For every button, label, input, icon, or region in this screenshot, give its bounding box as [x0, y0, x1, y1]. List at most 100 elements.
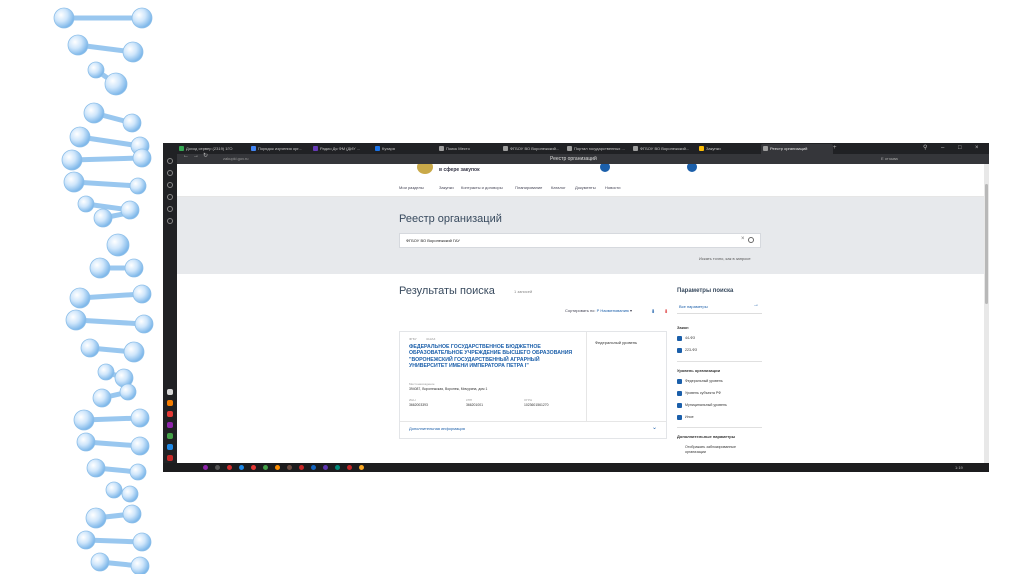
- app-icon[interactable]: [167, 433, 173, 439]
- all-parameters-link[interactable]: Все параметры →: [677, 301, 762, 314]
- checkbox-44fz[interactable]: [677, 336, 682, 341]
- search-hero: Реестр организаций ФГБОУ ВО Воронежский …: [177, 197, 984, 274]
- tab-label: ФГБОУ ВО Воронежский...: [510, 146, 560, 151]
- settings-icon[interactable]: [167, 218, 173, 224]
- inn-label: ИНН: [409, 398, 416, 402]
- checkbox-federal[interactable]: [677, 379, 682, 384]
- law-group-title: Закон: [677, 325, 689, 330]
- address-bar-badge[interactable]: Е отзыва: [881, 156, 898, 162]
- arrow-right-icon: →: [753, 302, 759, 308]
- window-menu-icon[interactable]: ⚲: [923, 143, 927, 154]
- card-tag: ФГБУ: [409, 337, 417, 341]
- nav-item[interactable]: Новости: [605, 185, 620, 190]
- scrollbar-thumb[interactable]: [985, 184, 988, 304]
- app-icon[interactable]: [167, 411, 173, 417]
- browser-tab[interactable]: ФГБОУ ВО Воронежский...: [633, 144, 695, 154]
- additional-info-toggle[interactable]: Дополнительная информация: [409, 426, 465, 431]
- taskbar-app-icon[interactable]: [215, 465, 220, 470]
- download-icon[interactable]: ⬇: [651, 309, 655, 315]
- checkbox-subject[interactable]: [677, 391, 682, 396]
- extensions-icon[interactable]: [167, 206, 173, 212]
- url-field[interactable]: zakupki.gov.ru: [223, 156, 249, 162]
- search-icon[interactable]: [748, 237, 754, 243]
- taskbar-app-icon[interactable]: [335, 465, 340, 470]
- nav-item[interactable]: Документы: [575, 185, 596, 190]
- taskbar-app-icon[interactable]: [359, 465, 364, 470]
- browser-tab[interactable]: ФГБОУ ВО Воронежский...: [503, 144, 563, 154]
- results-title: Результаты поиска: [399, 285, 495, 297]
- app-icon[interactable]: [167, 422, 173, 428]
- nav-item[interactable]: Мои разделы: [399, 185, 424, 190]
- organization-name-link[interactable]: ФЕДЕРАЛЬНОЕ ГОСУДАРСТВЕННОЕ БЮДЖЕТНОЕ ОБ…: [409, 344, 574, 370]
- taskbar-app-icon[interactable]: [263, 465, 268, 470]
- header-button[interactable]: [600, 164, 610, 172]
- filters-title: Параметры поиска: [677, 288, 734, 294]
- kpp-label: КПП: [466, 398, 473, 402]
- tab-label: ФГБОУ ВО Воронежский...: [640, 146, 690, 151]
- nav-item[interactable]: Закупки: [439, 185, 454, 190]
- reload-icon[interactable]: ↻: [203, 151, 208, 162]
- browser-tab[interactable]: Закупки: [699, 144, 759, 154]
- app-icon[interactable]: [167, 444, 173, 450]
- browser-tab[interactable]: Доход сервер (2319) 1ГО: [179, 144, 247, 154]
- card-divider: [400, 421, 666, 422]
- divider: [677, 361, 762, 362]
- checkbox-223fz[interactable]: [677, 348, 682, 353]
- taskbar-app-icon[interactable]: [311, 465, 316, 470]
- sort-control[interactable]: Сортировать по: Р Наименованию ▾: [565, 308, 632, 313]
- forward-icon[interactable]: →: [193, 151, 199, 162]
- nav-item[interactable]: Планирование: [515, 185, 542, 190]
- checkbox-other[interactable]: [677, 415, 682, 420]
- new-tab-icon[interactable]: +: [833, 143, 837, 154]
- tab-favicon-icon: [439, 146, 444, 152]
- taskbar-app-icon[interactable]: [347, 465, 352, 470]
- tab-favicon-icon: [375, 146, 380, 152]
- browser-tab[interactable]: Порядок изучения орг...: [251, 144, 309, 154]
- taskbar-app-icon[interactable]: [203, 465, 208, 470]
- nav-item[interactable]: Каталог: [551, 185, 566, 190]
- checkbox-municipal[interactable]: [677, 403, 682, 408]
- search-input[interactable]: ФГБОУ ВО Воронежский ГАУ ×: [399, 233, 761, 248]
- app-icon[interactable]: [167, 400, 173, 406]
- sort-value[interactable]: Р Наименованию: [597, 308, 629, 313]
- speed-dial-icon[interactable]: [167, 158, 173, 164]
- scrollbar[interactable]: [984, 164, 989, 463]
- maximize-icon[interactable]: □: [958, 143, 962, 154]
- taskbar-app-icon[interactable]: [251, 465, 256, 470]
- clear-icon[interactable]: ×: [741, 236, 745, 242]
- header-button[interactable]: [687, 164, 697, 172]
- browser-tab-active[interactable]: Реестр организаций: [761, 144, 833, 154]
- taskbar-app-icon[interactable]: [227, 465, 232, 470]
- taskbar-app-icon[interactable]: [299, 465, 304, 470]
- minimize-icon[interactable]: –: [941, 143, 944, 154]
- nav-item[interactable]: Контракты и договоры: [461, 185, 503, 190]
- all-parameters-label: Все параметры: [679, 304, 708, 309]
- downloads-icon[interactable]: [167, 194, 173, 200]
- chevron-down-icon[interactable]: ⌄: [652, 424, 657, 431]
- blocked-orgs-toggle[interactable]: Отображать заблокированные организации: [685, 445, 755, 455]
- app-icon[interactable]: [167, 455, 173, 461]
- export-icon[interactable]: ⬇: [664, 309, 668, 315]
- browser-tab[interactable]: Кухаря: [375, 144, 435, 154]
- taskbar-app-icon[interactable]: [275, 465, 280, 470]
- search-value: ФГБОУ ВО Воронежский ГАУ: [406, 238, 460, 243]
- exact-search-toggle[interactable]: Искать точно, как в запросе: [699, 256, 751, 261]
- taskbar-app-icon[interactable]: [239, 465, 244, 470]
- messenger-icon[interactable]: [167, 389, 173, 395]
- checkbox-label: Иное: [685, 415, 694, 419]
- address-bar: ← → ↻ zakupki.gov.ru Реестр организаций …: [163, 151, 989, 164]
- browser-tab[interactable]: Поиск Место: [439, 144, 499, 154]
- browser-tab[interactable]: Портал государственных ...: [567, 144, 629, 154]
- coat-of-arms-logo[interactable]: [417, 164, 433, 174]
- card-divider: [586, 332, 587, 421]
- taskbar-app-icon[interactable]: [287, 465, 292, 470]
- taskbar-app-icon[interactable]: [323, 465, 328, 470]
- tab-favicon-icon: [313, 146, 318, 152]
- browser-tab[interactable]: Радио Дя ФМ (ДИУ ...: [313, 144, 371, 154]
- organization-card[interactable]: ФГБУ ЗАКАЗ ФЕДЕРАЛЬНОЕ ГОСУДАРСТВЕННОЕ Б…: [399, 331, 667, 439]
- close-icon[interactable]: ×: [975, 143, 979, 154]
- bookmark-icon[interactable]: [167, 182, 173, 188]
- back-icon[interactable]: ←: [183, 151, 189, 162]
- history-icon[interactable]: [167, 170, 173, 176]
- checkbox-label: Уровень субъекта РФ: [685, 391, 721, 395]
